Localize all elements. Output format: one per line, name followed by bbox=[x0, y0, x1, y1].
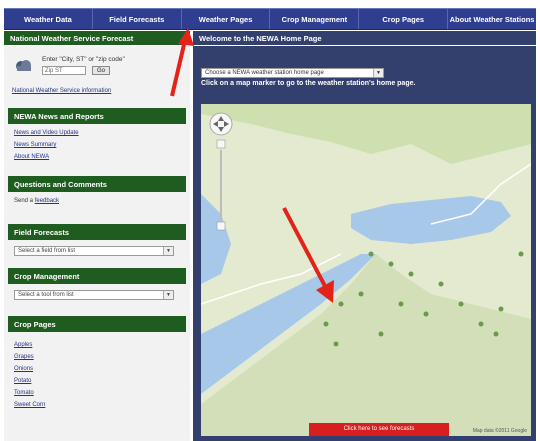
welcome-header: Welcome to the NEWA Home Page bbox=[193, 31, 536, 45]
crop-link-tomato[interactable]: Tomato bbox=[14, 390, 34, 396]
crop-link-apples[interactable]: Apples bbox=[14, 342, 32, 348]
weather-input-label: Enter "City, ST" or "zip code" bbox=[42, 56, 125, 63]
station-marker[interactable] bbox=[358, 291, 364, 297]
station-marker[interactable] bbox=[408, 271, 414, 277]
forecasts-button[interactable]: Click here to see forecasts bbox=[309, 423, 449, 436]
station-marker[interactable] bbox=[423, 311, 429, 317]
field-forecasts-section-header: Field Forecasts bbox=[8, 224, 186, 240]
station-marker[interactable] bbox=[333, 341, 339, 347]
station-marker[interactable] bbox=[498, 306, 504, 312]
weather-cloud-icon bbox=[16, 60, 31, 71]
weather-widget: Enter "City, ST" or "zip code" Zip ST Go… bbox=[8, 50, 184, 96]
feedback-text: Send a feedback bbox=[14, 198, 59, 204]
crop-management-select[interactable]: Select a tool from list ▼ bbox=[14, 290, 174, 300]
station-map[interactable]: Click here to see forecasts Map data ©20… bbox=[201, 104, 531, 436]
news-section-header: NEWA News and Reports bbox=[8, 108, 186, 124]
map-pan-control[interactable] bbox=[209, 112, 233, 136]
nav-about-weather-stations[interactable]: About Weather Stations bbox=[448, 9, 536, 29]
crop-pages-section-header: Crop Pages bbox=[8, 316, 186, 332]
nav-weather-pages[interactable]: Weather Pages bbox=[182, 9, 271, 29]
station-marker[interactable] bbox=[438, 281, 444, 287]
map-attribution: Map data ©2011 Google bbox=[472, 428, 527, 434]
zoom-out-button[interactable] bbox=[216, 221, 226, 231]
sidebar: Enter "City, ST" or "zip code" Zip ST Go… bbox=[4, 46, 190, 441]
nav-weather-data[interactable]: Weather Data bbox=[4, 9, 93, 29]
top-navigation: Weather Data Field Forecasts Weather Pag… bbox=[0, 0, 540, 30]
chevron-down-icon: ▼ bbox=[163, 247, 173, 255]
station-marker[interactable] bbox=[378, 331, 384, 337]
nws-info-link[interactable]: National Weather Service information bbox=[12, 88, 111, 94]
station-marker[interactable] bbox=[493, 331, 499, 337]
nav-bar: Weather Data Field Forecasts Weather Pag… bbox=[4, 8, 536, 30]
crop-link-potato[interactable]: Potato bbox=[14, 378, 31, 384]
news-link-summary[interactable]: News Summary bbox=[14, 142, 56, 148]
field-forecast-select-value: Select a field from list bbox=[18, 248, 76, 254]
feedback-prefix: Send a bbox=[14, 198, 35, 204]
nav-crop-pages[interactable]: Crop Pages bbox=[359, 9, 449, 29]
chevron-down-icon: ▼ bbox=[373, 69, 383, 77]
crop-management-section-header: Crop Management bbox=[8, 268, 186, 284]
station-marker[interactable] bbox=[388, 261, 394, 267]
nav-crop-management[interactable]: Crop Management bbox=[270, 9, 360, 29]
feedback-link[interactable]: feedback bbox=[35, 198, 59, 204]
station-marker[interactable] bbox=[458, 301, 464, 307]
station-select-value: Choose a NEWA weather station home page bbox=[205, 70, 324, 76]
station-marker[interactable] bbox=[323, 321, 329, 327]
crop-link-sweet-corn[interactable]: Sweet Corn bbox=[14, 402, 45, 408]
main-panel: Choose a NEWA weather station home page ▼… bbox=[193, 46, 536, 441]
questions-section-header: Questions and Comments bbox=[8, 176, 186, 192]
zoom-slider-track[interactable] bbox=[220, 150, 222, 220]
nav-field-forecasts[interactable]: Field Forecasts bbox=[93, 9, 182, 29]
crop-link-onions[interactable]: Onions bbox=[14, 366, 33, 372]
forecast-header: National Weather Service Forecast bbox=[4, 31, 190, 45]
station-marker[interactable] bbox=[338, 301, 344, 307]
zoom-in-button[interactable] bbox=[216, 139, 226, 149]
crop-management-select-value: Select a tool from list bbox=[18, 292, 74, 298]
station-marker[interactable] bbox=[398, 301, 404, 307]
station-marker[interactable] bbox=[368, 251, 374, 257]
station-select[interactable]: Choose a NEWA weather station home page ▼ bbox=[201, 68, 384, 78]
station-marker[interactable] bbox=[518, 251, 524, 257]
chevron-down-icon: ▼ bbox=[163, 291, 173, 299]
map-canvas[interactable] bbox=[201, 104, 531, 436]
news-link-about[interactable]: About NEWA bbox=[14, 154, 49, 160]
field-forecast-select[interactable]: Select a field from list ▼ bbox=[14, 246, 174, 256]
location-input[interactable]: Zip ST bbox=[42, 66, 86, 75]
crop-link-grapes[interactable]: Grapes bbox=[14, 354, 34, 360]
go-button[interactable]: Go bbox=[92, 66, 110, 75]
news-link-video-update[interactable]: News and Video Update bbox=[14, 130, 79, 136]
map-instruction: Click on a map marker to go to the weath… bbox=[201, 80, 416, 87]
station-marker[interactable] bbox=[478, 321, 484, 327]
